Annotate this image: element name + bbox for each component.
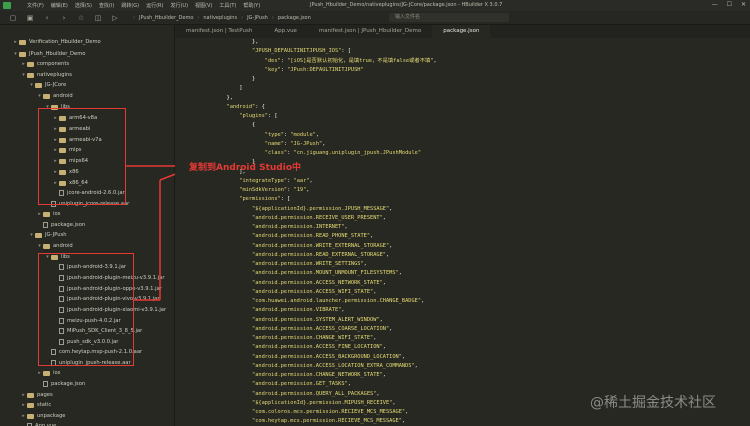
code-line: "android.permission.ACCESS_COARSE_LOCATI… [252,325,393,332]
code-line: "plugins": [ [239,113,278,119]
code-line: "${applicationId}.permission.MIPUSH_RECE… [252,399,396,406]
code-line: "android.permission.RECEIVE_USER_PRESENT… [252,214,386,221]
code-line: "android.permission.ACCESS_BACKGROUND_LO… [252,353,406,360]
editor-tab[interactable]: App.vue [263,25,308,38]
code-line: "key": "JPush:DEFAULTINITJPUSH" [264,66,364,73]
code-line: "integrateType": "aar", [239,177,313,184]
code-line: "JPUSH_DEFAULTINITJPUSH_IOS": [ [252,48,351,55]
code-line: "${applicationId}.permission.JPUSH_MESSA… [252,205,393,212]
annotation-callout: 复制到Android Studio中 [189,163,301,173]
code-line: "android": { [226,103,265,110]
code-line: { [201,122,256,129]
line-gutter [175,38,199,426]
code-line: "class": "cn.jiguang.uniplugin_jpush.JPu… [264,150,422,156]
editor-tab[interactable]: manifest.json | TestPush [175,25,263,38]
code-line: "android.permission.ACCESS_FINE_LOCATION… [252,344,386,351]
editor-tab[interactable]: manifest.json | JPush_Hbuilder_Demo [308,25,432,38]
code-line: "com.coloros.mcs.permission.RECIEVE_MCS_… [252,409,409,415]
code-area[interactable]: }, "JPUSH_DEFAULTINITJPUSH_IOS": [ "des"… [201,38,750,426]
code-line: "android.permission.INTERNET", [252,224,348,230]
code-line: "permissions": [ [239,196,291,203]
code-line: }, [201,39,259,45]
code-line: } [201,76,256,82]
code-line: "android.permission.ACCESS_LOCATION_EXTR… [252,362,418,369]
code-line: }, [201,94,233,101]
code-line: "android.permission.GET_TASKS", [252,381,351,388]
code-line: "android.permission.QUERY_ALL_PACKAGES", [252,390,380,397]
code-line: "android.permission.READ_EXTERNAL_STORAG… [252,251,390,258]
code-line: "android.permission.ACCESS_WIFI_STATE", [252,288,377,295]
code-line: "com.heytap.mcs.permission.RECIEVE_MCS_M… [252,418,406,425]
code-line: "android.permission.CHANGE_NETWORK_STATE… [252,372,386,378]
editor-tab[interactable]: package.json [432,25,491,38]
code-line: "android.permission.ACCESS_NETWORK_STATE… [252,279,386,286]
code-line: "type": "module", [264,131,320,138]
code-line: "android.permission.WRITE_SETTINGS", [252,261,367,267]
watermark: @稀土掘金技术社区 [590,395,716,411]
code-line: "android.permission.VIBRATE", [252,307,345,314]
code-line: ] [201,85,243,92]
code-line: "com.huawei.android.launcher.permission.… [252,298,425,304]
editor-tabs: manifest.json | TestPush App.vue manifest.… [175,25,750,38]
code-line: "android.permission.MOUNT_UNMOUNT_FILESY… [252,270,402,277]
code-line: "android.permission.CHANGE_WIFI_STATE", [252,335,377,341]
code-line: "name": "JG-JPush", [264,140,326,147]
code-line: "minSdkVersion": "19", [239,187,310,193]
editor: manifest.json | TestPush App.vue manifest.… [175,25,750,426]
code-line: "android.permission.SYSTEM_ALERT_WINDOW"… [252,316,383,323]
code-line: "android.permission.READ_PHONE_STATE", [252,233,374,240]
code-line: "android.permission.WRITE_EXTERNAL_STORA… [252,242,393,249]
code-line: "des": "[iOS]是否默认初始化，是填true，不是填false或者不填… [264,57,437,64]
